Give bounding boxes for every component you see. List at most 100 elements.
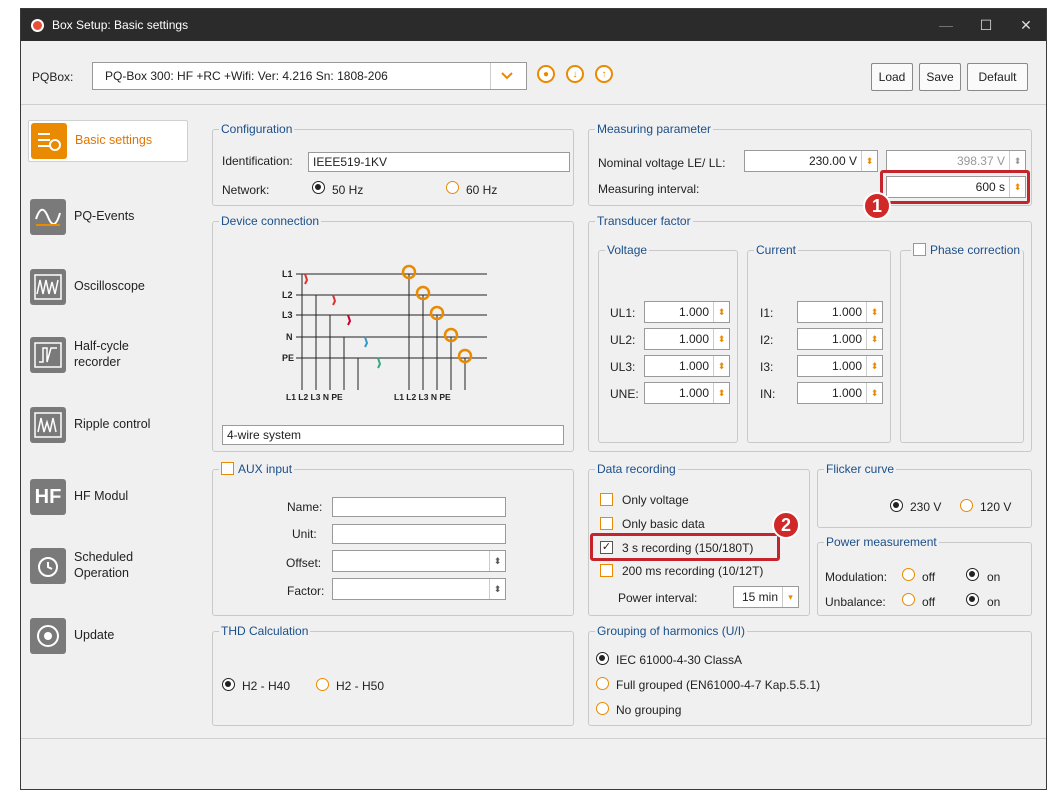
sidebar-item-label: Ripple control <box>74 417 151 432</box>
only-voltage-checkbox[interactable] <box>600 493 613 506</box>
ul2-value: 1.000 <box>678 332 709 346</box>
sidebar-item-scheduled-operation[interactable]: Scheduled Operation <box>28 545 188 587</box>
flicker-230v-label: 230 V <box>910 500 942 514</box>
nominal-voltage-le-spinner[interactable]: 230.00 V ⬍ <box>744 150 878 172</box>
i3-spinner[interactable]: 1.000 ⬍ <box>797 355 883 377</box>
phase-correction-checkbox[interactable] <box>913 243 926 256</box>
annotation-badge-2: 2 <box>772 511 800 539</box>
i1-value: 1.000 <box>831 305 862 319</box>
svg-text:N: N <box>286 332 293 342</box>
harmonics-full-grouped-radio[interactable] <box>596 677 609 690</box>
rec-200ms-checkbox[interactable] <box>600 564 613 577</box>
svg-text:PE: PE <box>282 353 294 363</box>
sidebar-item-hf-modul[interactable]: HF HF Modul <box>28 476 188 518</box>
unbalance-off-label: off <box>922 595 936 609</box>
update-icon <box>30 618 66 654</box>
sidebar-item-label: Half-cycle recorder <box>74 339 129 369</box>
aux-unit-input[interactable] <box>332 524 506 544</box>
thd-h50-radio[interactable] <box>316 678 329 691</box>
unbalance-on-radio[interactable] <box>966 593 979 606</box>
unbalance-off-radio[interactable] <box>902 593 915 606</box>
une-label: UNE: <box>610 387 639 401</box>
identification-input[interactable]: IEEE519-1KV <box>308 152 570 172</box>
title-bar: Box Setup: Basic settings — ☐ ✕ <box>21 9 1046 41</box>
une-spinner[interactable]: 1.000 ⬍ <box>644 382 730 404</box>
sidebar-item-pq-events[interactable]: PQ-Events <box>28 196 188 238</box>
thd-title: THD Calculation <box>221 624 309 638</box>
sidebar-item-half-cycle-recorder[interactable]: Half-cycle recorder <box>28 334 188 376</box>
sidebar-item-label: Oscilloscope <box>74 279 145 294</box>
flicker-curve-title: Flicker curve <box>826 462 895 476</box>
load-button[interactable]: Load <box>871 63 913 91</box>
phase-correction-title: Phase correction <box>930 243 1021 257</box>
sidebar-item-oscilloscope[interactable]: Oscilloscope <box>28 266 188 308</box>
spin-arrows-icon: ⬍ <box>713 383 729 403</box>
voltage-title: Voltage <box>607 243 648 257</box>
modulation-off-label: off <box>922 570 936 584</box>
flicker-curve-group: Flicker curve <box>817 462 1032 528</box>
transducer-title: Transducer factor <box>597 214 691 228</box>
power-interval-select[interactable]: 15 min ▾ <box>733 586 799 608</box>
scheduled-icon <box>30 548 66 584</box>
sidebar-item-update[interactable]: Update <box>28 615 188 657</box>
aux-input-checkbox[interactable] <box>221 462 234 475</box>
thd-h40-label: H2 - H40 <box>242 679 291 693</box>
device-dropdown-button[interactable] <box>490 62 527 90</box>
thd-h50-label: H2 - H50 <box>336 679 385 693</box>
network-60hz-label: 60 Hz <box>466 183 498 197</box>
modulation-label: Modulation: <box>825 570 888 584</box>
download-icon[interactable]: ↓ <box>566 65 584 83</box>
thd-h40-radio[interactable] <box>222 678 235 691</box>
i1-spinner[interactable]: 1.000 ⬍ <box>797 301 883 323</box>
sidebar-item-label: Scheduled Operation <box>74 550 134 580</box>
harmonics-no-grouping-radio[interactable] <box>596 702 609 715</box>
window-title: Box Setup: Basic settings <box>52 18 189 32</box>
i3-value: 1.000 <box>831 359 862 373</box>
in-spinner[interactable]: 1.000 ⬍ <box>797 382 883 404</box>
default-button[interactable]: Default <box>967 63 1028 91</box>
i3-label: I3: <box>760 360 774 374</box>
chevron-down-icon: ▾ <box>782 587 798 607</box>
oscilloscope-icon <box>30 269 66 305</box>
upload-icon[interactable]: ↑ <box>595 65 613 83</box>
minimize-button[interactable]: — <box>926 9 966 41</box>
wiring-system-field[interactable]: 4-wire system <box>222 425 564 445</box>
ul3-spinner[interactable]: 1.000 ⬍ <box>644 355 730 377</box>
save-button[interactable]: Save <box>919 63 961 91</box>
only-basic-checkbox[interactable] <box>600 517 613 530</box>
modulation-off-radio[interactable] <box>902 568 915 581</box>
i1-label: I1: <box>760 306 774 320</box>
i2-spinner[interactable]: 1.000 ⬍ <box>797 328 883 350</box>
nominal-voltage-ll-value: 398.37 V <box>956 154 1005 168</box>
network-50hz-radio[interactable] <box>312 181 325 194</box>
pqbox-label: PQBox: <box>32 70 74 84</box>
nominal-voltage-le-value: 230.00 V <box>808 154 857 168</box>
network-60hz-radio[interactable] <box>446 181 459 194</box>
modulation-on-radio[interactable] <box>966 568 979 581</box>
thd-calculation-group: THD Calculation <box>212 624 574 726</box>
aux-factor-spinner[interactable]: ⬍ <box>332 578 506 600</box>
record-icon[interactable]: ● <box>537 65 555 83</box>
aux-offset-label: Offset: <box>286 556 322 570</box>
harmonics-classA-radio[interactable] <box>596 652 609 665</box>
aux-unit-label: Unit: <box>292 527 317 541</box>
device-select[interactable]: PQ-Box 300: HF +RC +Wifi: Ver: 4.216 Sn:… <box>92 62 527 90</box>
aux-name-input[interactable] <box>332 497 506 517</box>
aux-offset-spinner[interactable]: ⬍ <box>332 550 506 572</box>
maximize-button[interactable]: ☐ <box>966 9 1006 41</box>
ul2-spinner[interactable]: 1.000 ⬍ <box>644 328 730 350</box>
sidebar-item-label: HF Modul <box>74 489 129 504</box>
app-icon <box>31 18 44 32</box>
nominal-voltage-label: Nominal voltage LE/ LL: <box>598 156 726 170</box>
spin-arrows-icon: ⬍ <box>713 329 729 349</box>
ul1-spinner[interactable]: 1.000 ⬍ <box>644 301 730 323</box>
sidebar-item-basic-settings[interactable]: Basic settings <box>28 120 188 162</box>
close-button[interactable]: ✕ <box>1006 9 1046 41</box>
sidebar-item-label: PQ-Events <box>74 209 135 224</box>
flicker-230v-radio[interactable] <box>890 499 903 512</box>
wiring-diagram: L1 L2 L3 N PE L1 L2 L3 N PE L1 L2 L3 N PE <box>282 264 487 402</box>
flicker-120v-radio[interactable] <box>960 499 973 512</box>
sidebar-item-ripple-control[interactable]: Ripple control <box>28 404 188 446</box>
spin-arrows-icon: ⬍ <box>713 302 729 322</box>
only-voltage-label: Only voltage <box>622 493 689 507</box>
